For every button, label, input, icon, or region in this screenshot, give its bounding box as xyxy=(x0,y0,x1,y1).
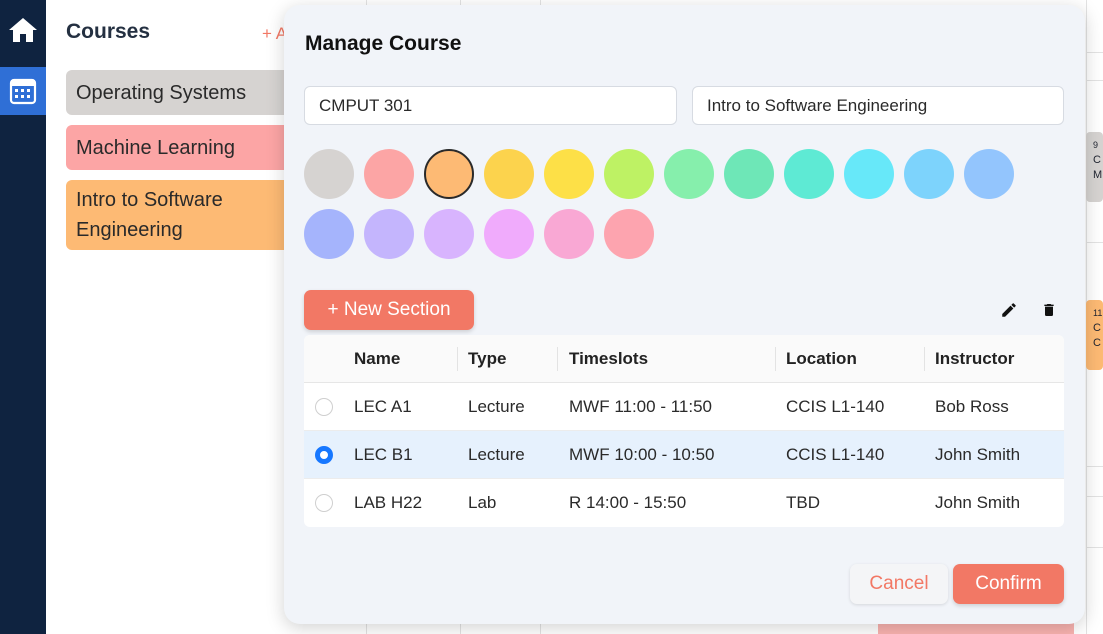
cell-type: Lecture xyxy=(468,397,525,416)
course-item-label: Machine Learning xyxy=(76,136,235,159)
calendar-event[interactable]: 9 C M xyxy=(1086,132,1103,202)
column-divider xyxy=(924,347,925,371)
course-name-field[interactable]: Intro to Software Engineering xyxy=(692,86,1064,125)
cell-instructor: John Smith xyxy=(935,445,1021,464)
calendar-button[interactable] xyxy=(0,67,46,115)
modal-title: Manage Course xyxy=(305,32,462,55)
calendar-gridline xyxy=(1086,547,1103,548)
color-swatch[interactable] xyxy=(904,149,954,199)
color-swatch[interactable] xyxy=(604,209,654,259)
home-button[interactable] xyxy=(0,6,46,54)
calendar-event-text: 9 xyxy=(1093,140,1099,150)
column-header-name[interactable]: Name xyxy=(354,335,400,383)
cell-name: LAB H22 xyxy=(354,493,423,512)
pencil-icon xyxy=(1002,303,1016,317)
cell-location: CCIS L1-140 xyxy=(786,397,885,416)
column-header-location[interactable]: Location xyxy=(786,335,857,383)
calendar-gridline xyxy=(1086,496,1103,497)
new-section-button[interactable]: + New Section xyxy=(304,290,474,330)
column-divider xyxy=(775,347,776,371)
cell-name: LEC B1 xyxy=(354,445,413,464)
calendar-event-text: C xyxy=(1093,322,1101,334)
course-code-field[interactable]: CMPUT 301 xyxy=(304,86,677,125)
cancel-button[interactable]: Cancel xyxy=(850,564,948,604)
calendar-gridline xyxy=(1086,80,1103,81)
course-item-label: Intro to Software Engineering xyxy=(76,189,223,241)
calendar-event-text: C xyxy=(1093,337,1101,349)
calendar-event[interactable]: 11 C C xyxy=(1086,300,1103,370)
sections-table: Name Type Timeslots Location Instructor … xyxy=(304,335,1064,527)
color-swatch[interactable] xyxy=(604,149,654,199)
color-swatch[interactable] xyxy=(964,149,1014,199)
course-item-operating-systems[interactable]: Operating Systems xyxy=(66,70,306,115)
table-header: Name Type Timeslots Location Instructor xyxy=(304,335,1064,383)
calendar-gridline xyxy=(1086,242,1103,243)
cell-name: LEC A1 xyxy=(354,397,412,416)
color-swatch[interactable] xyxy=(304,149,354,199)
table-row[interactable]: LEC B1 Lecture MWF 10:00 - 10:50 CCIS L1… xyxy=(304,431,1064,479)
calendar-event-text: M xyxy=(1093,169,1103,181)
color-swatch[interactable] xyxy=(484,209,534,259)
calendar-gridline xyxy=(1086,466,1103,467)
color-swatch[interactable] xyxy=(364,209,414,259)
delete-section-button[interactable] xyxy=(1038,299,1060,321)
column-divider xyxy=(457,347,458,371)
cell-location: TBD xyxy=(786,493,820,512)
courses-heading: Courses xyxy=(66,20,151,43)
row-radio[interactable] xyxy=(315,446,333,464)
cell-timeslots: MWF 10:00 - 10:50 xyxy=(569,445,715,464)
course-item-intro-software-engineering[interactable]: Intro to Software Engineering xyxy=(66,180,306,250)
cell-type: Lab xyxy=(468,493,497,512)
color-swatch-selected[interactable] xyxy=(424,149,474,199)
color-swatch[interactable] xyxy=(304,209,354,259)
calendar-gridline xyxy=(1086,52,1103,53)
cell-timeslots: MWF 11:00 - 11:50 xyxy=(569,397,712,416)
table-row[interactable]: LEC A1 Lecture MWF 11:00 - 11:50 CCIS L1… xyxy=(304,383,1064,431)
cell-instructor: Bob Ross xyxy=(935,397,1009,416)
cell-timeslots: R 14:00 - 15:50 xyxy=(569,493,687,512)
course-item-label: Operating Systems xyxy=(76,81,247,104)
column-divider xyxy=(557,347,558,371)
row-radio[interactable] xyxy=(315,398,333,416)
confirm-button[interactable]: Confirm xyxy=(953,564,1064,604)
calendar-icon xyxy=(9,78,37,105)
calendar-event-text: 11 xyxy=(1093,308,1103,318)
color-swatch[interactable] xyxy=(664,149,714,199)
color-swatch[interactable] xyxy=(364,149,414,199)
column-header-type[interactable]: Type xyxy=(468,335,506,383)
color-swatch[interactable] xyxy=(784,149,834,199)
manage-course-modal: Manage Course CMPUT 301 Intro to Softwar… xyxy=(284,5,1085,624)
cell-location: CCIS L1-140 xyxy=(786,445,885,464)
course-item-machine-learning[interactable]: Machine Learning xyxy=(66,125,306,170)
trash-icon xyxy=(1044,304,1054,316)
edit-section-button[interactable] xyxy=(998,299,1020,321)
cell-type: Lecture xyxy=(468,445,525,464)
color-swatch[interactable] xyxy=(484,149,534,199)
column-header-instructor[interactable]: Instructor xyxy=(935,335,1014,383)
home-icon xyxy=(9,18,37,42)
color-swatch[interactable] xyxy=(724,149,774,199)
row-radio[interactable] xyxy=(315,494,333,512)
calendar-event-text: C xyxy=(1093,154,1101,166)
column-header-timeslots[interactable]: Timeslots xyxy=(569,335,648,383)
color-swatch[interactable] xyxy=(544,149,594,199)
color-swatch[interactable] xyxy=(544,209,594,259)
color-swatch[interactable] xyxy=(844,149,894,199)
color-swatch[interactable] xyxy=(424,209,474,259)
nav-rail xyxy=(0,0,46,634)
table-row[interactable]: LAB H22 Lab R 14:00 - 15:50 TBD John Smi… xyxy=(304,479,1064,527)
cell-instructor: John Smith xyxy=(935,493,1021,512)
